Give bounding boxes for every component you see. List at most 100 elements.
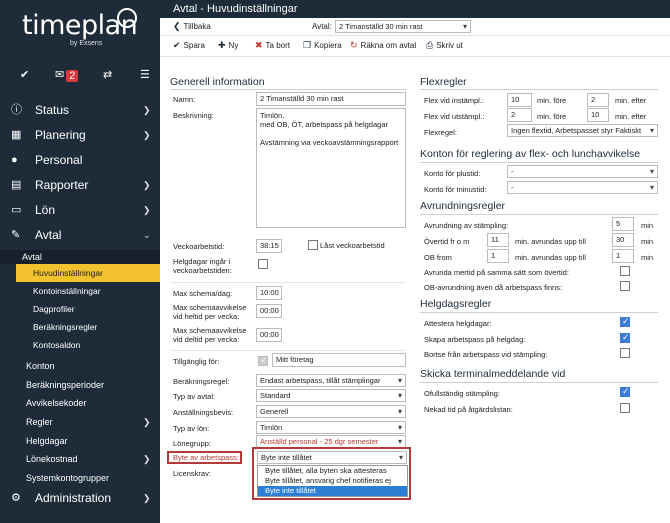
max-deviation-parttime-input[interactable]: 00:00 xyxy=(256,328,282,342)
shift-swap-option[interactable]: Byte tillåtet, alla byten ska attesteras xyxy=(258,466,407,476)
minus-account-label: Konto för minustid: xyxy=(424,185,487,194)
nav-avvikelsekoder[interactable]: Avvikelsekoder xyxy=(26,398,86,408)
delete-label: Ta bort xyxy=(265,41,291,50)
flex-rule-label: Flexregel: xyxy=(424,128,457,137)
list-icon[interactable]: ☰ xyxy=(140,68,150,81)
holiday-included-checkbox[interactable] xyxy=(258,259,268,269)
description-textarea[interactable]: Timlön, med OB, ÖT, arbetspass på helgda… xyxy=(256,108,406,228)
nav-systemkontogrupper[interactable]: Systemkontogrupper xyxy=(26,473,109,483)
back-label: Tillbaka xyxy=(183,22,211,31)
weekly-hours-input[interactable]: 38:15 xyxy=(256,239,282,253)
copy-label: Kopiera xyxy=(314,41,342,50)
nav-regler[interactable]: Regler xyxy=(26,417,53,427)
sidebar: timeplan by Exsens ✔ ✉ 2 ⇄ ☰ ⓘ Status ❯ ▦ Pl… xyxy=(0,0,160,523)
printer-icon: ⎙ xyxy=(426,40,434,50)
flex-section-title: Flexregler xyxy=(420,76,467,88)
nav-konton[interactable]: Konton xyxy=(26,361,55,371)
available-for-field[interactable]: Mitt företag xyxy=(272,353,406,367)
ob-from-input[interactable]: 1 xyxy=(487,249,509,263)
minus-account-select[interactable]: - xyxy=(507,181,658,194)
nav-administration[interactable]: ⚙ Administration ❯ xyxy=(0,486,160,511)
wallet-icon: ▭ xyxy=(11,204,22,216)
back-button[interactable]: ❮ Tillbaka xyxy=(173,21,211,32)
locked-weekly-label: Låst veckoarbetstid xyxy=(320,241,385,250)
chevron-right-icon: ❯ xyxy=(143,454,151,464)
submenu-dagprofiler[interactable]: Dagprofiler xyxy=(16,300,160,318)
agreement-type-select[interactable]: Standard xyxy=(256,389,406,402)
create-shift-holiday-label: Skapa arbetspass på helgdag: xyxy=(424,335,526,344)
nav-status[interactable]: ⓘ Status ❯ xyxy=(0,98,160,123)
submenu-berakningsregler[interactable]: Beräkningsregler xyxy=(16,318,160,336)
submenu-kontoinstallningar[interactable]: Kontoinställningar xyxy=(16,282,160,300)
clock-logo-icon xyxy=(117,8,137,28)
divider xyxy=(170,350,406,351)
flex-rule-select[interactable]: Ingen flextid, Arbetspasset styr Faktisk… xyxy=(507,124,658,137)
nav-rapporter[interactable]: ▤ Rapporter ❯ xyxy=(0,173,160,198)
shift-swap-option-selected[interactable]: Byte inte tillåtet xyxy=(258,486,407,496)
save-button[interactable]: ✔ Spara xyxy=(173,40,205,51)
flex-in-before-input[interactable]: 10 xyxy=(507,93,532,107)
incomplete-stamp-checkbox[interactable] xyxy=(620,386,630,397)
shift-swap-option[interactable]: Byte tillåtet, ansvarig chef notifieras … xyxy=(258,476,407,486)
nav-personal[interactable]: ● Personal xyxy=(0,148,160,173)
check-icon[interactable]: ✔ xyxy=(20,68,29,81)
ob-rounding-label: OB-avrundning även då arbetspass finns: xyxy=(424,283,562,292)
overtime-label: Övertid fr o m xyxy=(424,237,470,246)
print-button[interactable]: ⎙ Skriv ut xyxy=(426,40,463,51)
employment-cert-select[interactable]: Generell xyxy=(256,405,406,418)
shift-swap-options: Byte tillåtet, alla byten ska attesteras… xyxy=(257,465,408,497)
flex-out-after-input[interactable]: 10 xyxy=(587,108,609,122)
delete-x-icon: ✖ xyxy=(255,40,263,50)
nav-label: Status xyxy=(35,103,70,117)
submenu-kontosaldon[interactable]: Kontosaldon xyxy=(16,336,160,354)
available-for-label: Tillgänglig för: xyxy=(173,357,220,366)
overtime-from-input[interactable]: 11 xyxy=(487,233,509,247)
name-input[interactable]: 2 Timanställd 30 min rast xyxy=(256,92,406,106)
avtal-select[interactable]: 2 Timanställd 30 min rast xyxy=(335,20,471,33)
locked-weekly-checkbox[interactable] xyxy=(308,240,318,250)
available-for-checkbox[interactable] xyxy=(258,355,268,366)
create-shift-holiday-checkbox[interactable] xyxy=(620,332,630,343)
recalc-button[interactable]: ↻ Räkna om avtal xyxy=(350,40,416,51)
mail-icon[interactable]: ✉ 2 xyxy=(55,68,79,82)
delete-button[interactable]: ✖ Ta bort xyxy=(255,40,290,51)
plus-account-label: Konto för plustid: xyxy=(424,169,481,178)
refresh-icon: ↻ xyxy=(350,40,358,50)
salary-type-select[interactable]: Timlön xyxy=(256,421,406,434)
calc-rule-select[interactable]: Endast arbetspass, tillåt stämplingar xyxy=(256,374,406,387)
nav-berakningsperioder[interactable]: Beräkningsperioder xyxy=(26,380,104,390)
copy-button[interactable]: ❐ Kopiera xyxy=(303,40,342,51)
flex-in-after-input[interactable]: 2 xyxy=(587,93,609,107)
holiday-included-label: Helgdagar ingår i veckoarbetstiden: xyxy=(173,257,232,275)
max-deviation-fulltime-input[interactable]: 00:00 xyxy=(256,304,282,318)
chevron-right-icon: ❯ xyxy=(143,205,151,215)
extra-time-rounding-checkbox[interactable] xyxy=(620,266,630,276)
extra-time-rounding-label: Avrunda mertid på samma sätt som övertid… xyxy=(424,268,569,277)
ignore-shift-checkbox[interactable] xyxy=(620,348,630,358)
nav-lonekostnad[interactable]: Lönekostnad xyxy=(26,454,78,464)
nav-helgdagar[interactable]: Helgdagar xyxy=(26,436,68,446)
incomplete-stamp-label: Ofullständig stämpling: xyxy=(424,389,500,398)
avtal-submenu-header[interactable]: Avtal xyxy=(0,250,160,264)
nav-avtal[interactable]: ✎ Avtal ⌄ xyxy=(0,223,160,248)
plus-account-select[interactable]: - xyxy=(507,165,658,178)
shift-swap-select[interactable]: Byte inte tillåtet xyxy=(257,451,407,464)
denied-time-checkbox[interactable] xyxy=(620,403,630,413)
max-schedule-day-input[interactable]: 10:00 xyxy=(256,286,282,300)
overtime-mid-label: min. avrundas upp till xyxy=(515,237,586,246)
flex-out-before-input[interactable]: 2 xyxy=(507,108,532,122)
nav-planering[interactable]: ▦ Planering ❯ xyxy=(0,123,160,148)
stamp-rounding-input[interactable]: 5 xyxy=(612,217,634,231)
ob-to-input[interactable]: 1 xyxy=(612,249,634,263)
submenu-huvudinstallningar[interactable]: Huvudinställningar xyxy=(16,264,160,282)
shift-swap-label: Byte av arbetspass: xyxy=(167,451,242,464)
overtime-to-input[interactable]: 30 xyxy=(612,233,634,247)
nav-lon[interactable]: ▭ Lön ❯ xyxy=(0,198,160,223)
new-button[interactable]: ✚ Ny xyxy=(218,40,238,51)
gears-icon: ⚙ xyxy=(11,492,21,504)
divider xyxy=(170,89,406,90)
ob-rounding-checkbox[interactable] xyxy=(620,281,630,291)
switch-icon[interactable]: ⇄ xyxy=(103,68,112,81)
stamp-rounding-label: Avrundning av stämpling: xyxy=(424,221,509,230)
attest-holidays-checkbox[interactable] xyxy=(620,316,630,327)
